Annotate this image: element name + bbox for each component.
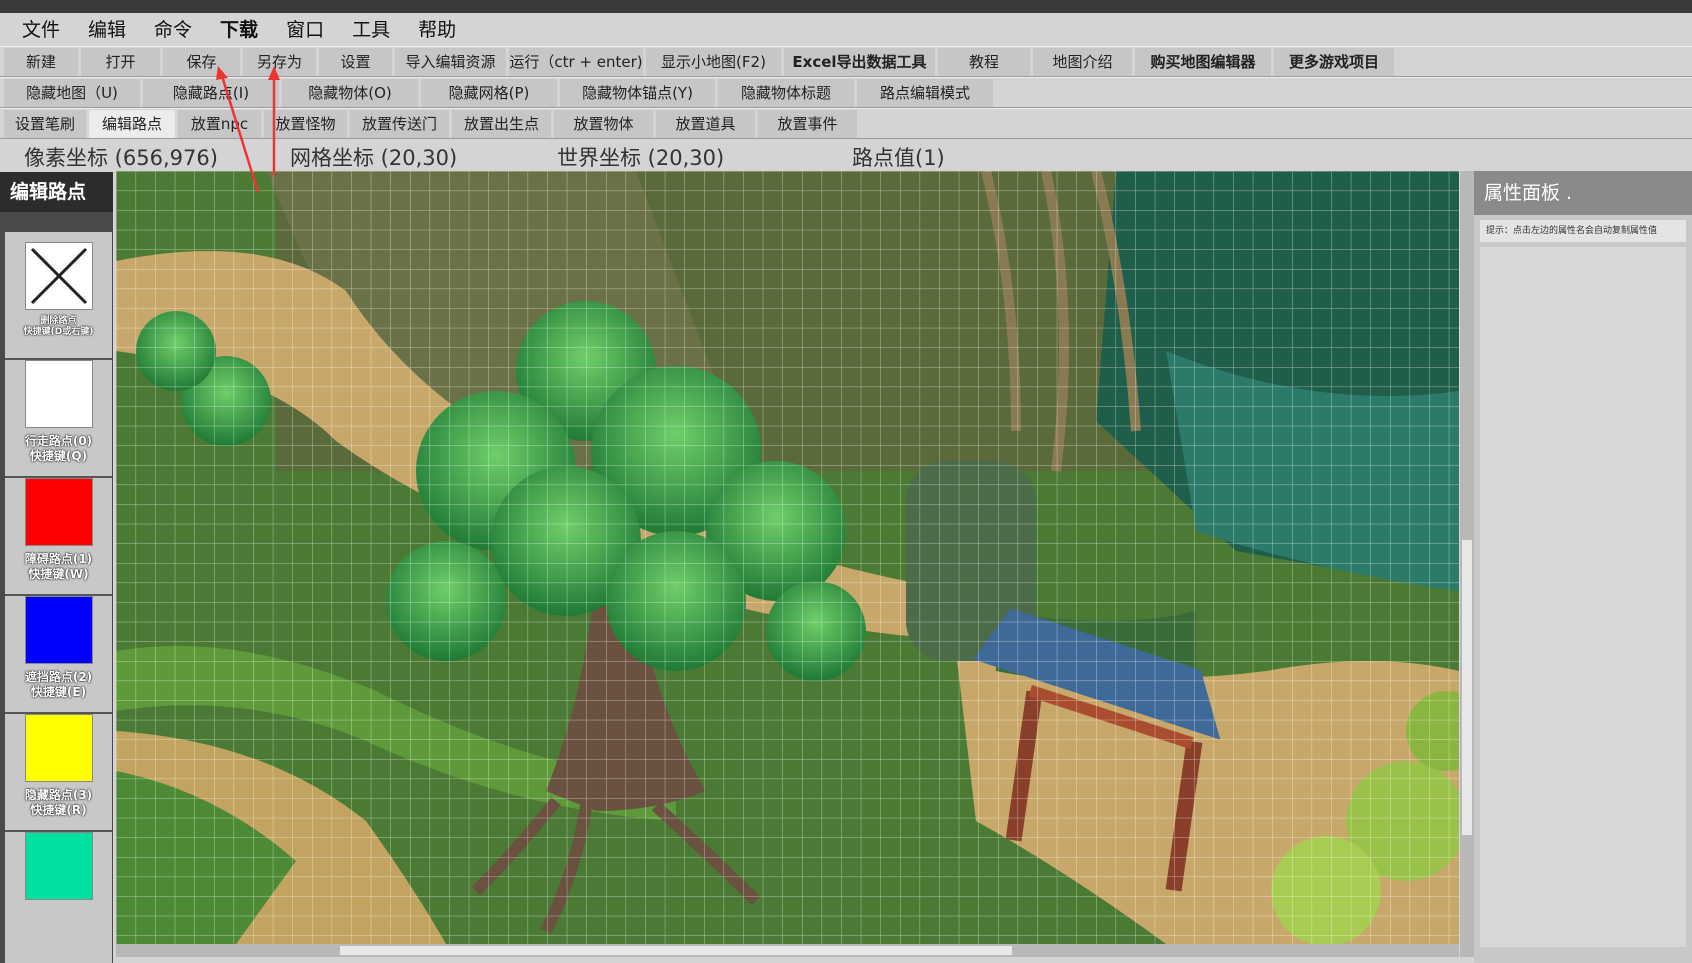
cross-icon [25,242,93,310]
properties-panel: 属性面板 . 提示：点击左边的属性名会自动复制属性值 [1474,171,1692,963]
tab-place-event[interactable]: 放置事件 [758,109,857,138]
properties-title: 属性面板 . [1474,171,1692,215]
tab-place-spawn[interactable]: 放置出生点 [452,109,551,138]
new-button[interactable]: 新建 [4,47,78,76]
hidden-waypoint-tool[interactable]: 隐藏路点(3) 快捷键(R) [5,714,112,832]
tutorial-button[interactable]: 教程 [938,47,1030,76]
tab-set-brush[interactable]: 设置笔刷 [4,109,86,138]
menu-bar: 文件 编辑 命令 下载 窗口 工具 帮助 [0,13,1692,47]
menu-window[interactable]: 窗口 [272,13,338,47]
vertical-scroll-thumb[interactable] [1462,540,1472,835]
import-resources-button[interactable]: 导入编辑资源 [395,47,506,76]
properties-body [1480,247,1686,947]
hidden-waypoint-label: 隐藏路点(3) 快捷键(R) [24,788,93,817]
tool-list: 删除路点 快捷键(D或右键) 行走路点(0) 快捷键(Q) 障碍路点(1) 快捷键(W… [5,232,112,963]
excel-export-button[interactable]: Excel导出数据工具 [784,47,935,76]
menu-tools[interactable]: 工具 [338,13,404,47]
walk-color-swatch [25,360,93,428]
tab-place-object[interactable]: 放置物体 [554,109,653,138]
hide-waypoints-button[interactable]: 隐藏路点(I) [143,78,279,107]
hide-grid-button[interactable]: 隐藏网格(P) [421,78,557,107]
obstacle-waypoint-tool[interactable]: 障碍路点(1) 快捷键(W) [5,478,112,596]
mode-toolbar: 设置笔刷 编辑路点 放置npc 放置怪物 放置传送门 放置出生点 放置物体 放置… [0,108,1692,139]
tab-place-item[interactable]: 放置道具 [656,109,755,138]
window-top-strip [0,0,1692,13]
map-canvas[interactable] [116,171,1459,944]
tab-edit-waypoints[interactable]: 编辑路点 [89,109,175,138]
delete-waypoint-label: 删除路点 快捷键(D或右键) [23,316,94,337]
hide-objects-button[interactable]: 隐藏物体(O) [282,78,418,107]
visibility-toolbar: 隐藏地图（U) 隐藏路点(I) 隐藏物体(O) 隐藏网格(P) 隐藏物体锚点(Y… [0,77,1692,108]
waypoint-value: 路点值(1) [852,146,945,170]
waypoint-tool-panel: 编辑路点 删除路点 快捷键(D或右键) 行走路点(0) 快捷键(Q) 障碍路点(1)… [0,172,113,963]
menu-download[interactable]: 下载 [206,13,272,47]
open-button[interactable]: 打开 [81,47,160,76]
more-games-button[interactable]: 更多游戏项目 [1274,47,1394,76]
coordinate-bar: 像素坐标 (656,976) 网格坐标 (20,30) 世界坐标 (20,30)… [0,140,1692,172]
properties-hint: 提示：点击左边的属性名会自动复制属性值 [1480,220,1686,242]
pixel-coordinate: 像素坐标 (656,976) [24,146,218,170]
obstacle-color-swatch [25,478,93,546]
tab-place-monster[interactable]: 放置怪物 [264,109,347,138]
save-as-button[interactable]: 另存为 [243,47,316,76]
menu-file[interactable]: 文件 [8,13,74,47]
buy-editor-button[interactable]: 购买地图编辑器 [1135,47,1271,76]
hide-map-button[interactable]: 隐藏地图（U) [4,78,140,107]
cover-waypoint-label: 遮挡路点(2) 快捷键(E) [24,670,93,699]
show-minimap-button[interactable]: 显示小地图(F2) [646,47,781,76]
extra-waypoint-tool[interactable] [5,832,112,950]
map-scene [116,171,1459,944]
run-button[interactable]: 运行（ctr + enter) [509,47,643,76]
main-toolbar: 新建 打开 保存 另存为 设置 导入编辑资源 运行（ctr + enter) 显… [0,46,1692,77]
tab-place-npc[interactable]: 放置npc [178,109,261,138]
save-button[interactable]: 保存 [163,47,240,76]
world-coordinate: 世界坐标 (20,30) [557,146,725,170]
walk-waypoint-label: 行走路点(0) 快捷键(Q) [24,434,93,463]
obstacle-waypoint-label: 障碍路点(1) 快捷键(W) [24,552,93,581]
cover-waypoint-tool[interactable]: 遮挡路点(2) 快捷键(E) [5,596,112,714]
map-intro-button[interactable]: 地图介绍 [1033,47,1132,76]
horizontal-scrollbar[interactable] [116,944,1459,957]
cover-color-swatch [25,596,93,664]
hidden-color-swatch [25,714,93,782]
menu-help[interactable]: 帮助 [404,13,470,47]
extra-color-swatch [25,832,93,900]
panel-title: 编辑路点 [0,172,113,212]
walk-waypoint-tool[interactable]: 行走路点(0) 快捷键(Q) [5,360,112,478]
tab-place-portal[interactable]: 放置传送门 [350,109,449,138]
menu-command[interactable]: 命令 [140,13,206,47]
horizontal-scroll-thumb[interactable] [340,946,1012,955]
waypoint-edit-mode-button[interactable]: 路点编辑模式 [857,78,993,107]
hide-object-titles-button[interactable]: 隐藏物体标题 [718,78,854,107]
menu-edit[interactable]: 编辑 [74,13,140,47]
hide-object-anchors-button[interactable]: 隐藏物体锚点(Y) [560,78,715,107]
vertical-scrollbar[interactable] [1460,171,1474,957]
grid-coordinate: 网格坐标 (20,30) [290,146,458,170]
settings-button[interactable]: 设置 [319,47,392,76]
delete-waypoint-tool[interactable]: 删除路点 快捷键(D或右键) [5,242,112,360]
